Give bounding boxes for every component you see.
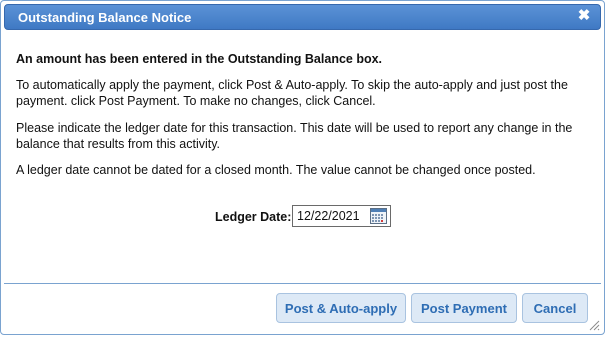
ledger-date-label: Ledger Date: bbox=[215, 210, 292, 224]
ledger-date-row: Ledger Date: bbox=[16, 205, 591, 229]
closed-month-warning: A ledger date cannot be dated for a clos… bbox=[16, 163, 536, 177]
post-auto-apply-button[interactable]: Post & Auto-apply bbox=[276, 293, 406, 323]
ledger-date-input[interactable] bbox=[293, 206, 369, 226]
lead-message: An amount has been entered in the Outsta… bbox=[16, 52, 383, 66]
cancel-button[interactable]: Cancel bbox=[522, 293, 588, 323]
footer-divider bbox=[4, 283, 601, 284]
dialog-titlebar[interactable]: Outstanding Balance Notice ✖ bbox=[4, 4, 601, 30]
instructions-paragraph: To automatically apply the payment, clic… bbox=[16, 78, 568, 108]
resize-grip-icon[interactable] bbox=[588, 318, 600, 331]
ledger-date-explanation: Please indicate the ledger date for this… bbox=[16, 121, 573, 151]
close-icon[interactable]: ✖ bbox=[576, 8, 592, 24]
ledger-date-field bbox=[292, 205, 391, 227]
dialog-title: Outstanding Balance Notice bbox=[18, 10, 192, 25]
post-payment-button[interactable]: Post Payment bbox=[411, 293, 517, 323]
calendar-icon[interactable] bbox=[370, 208, 387, 224]
outstanding-balance-dialog: Outstanding Balance Notice ✖ An amount h… bbox=[0, 0, 605, 335]
